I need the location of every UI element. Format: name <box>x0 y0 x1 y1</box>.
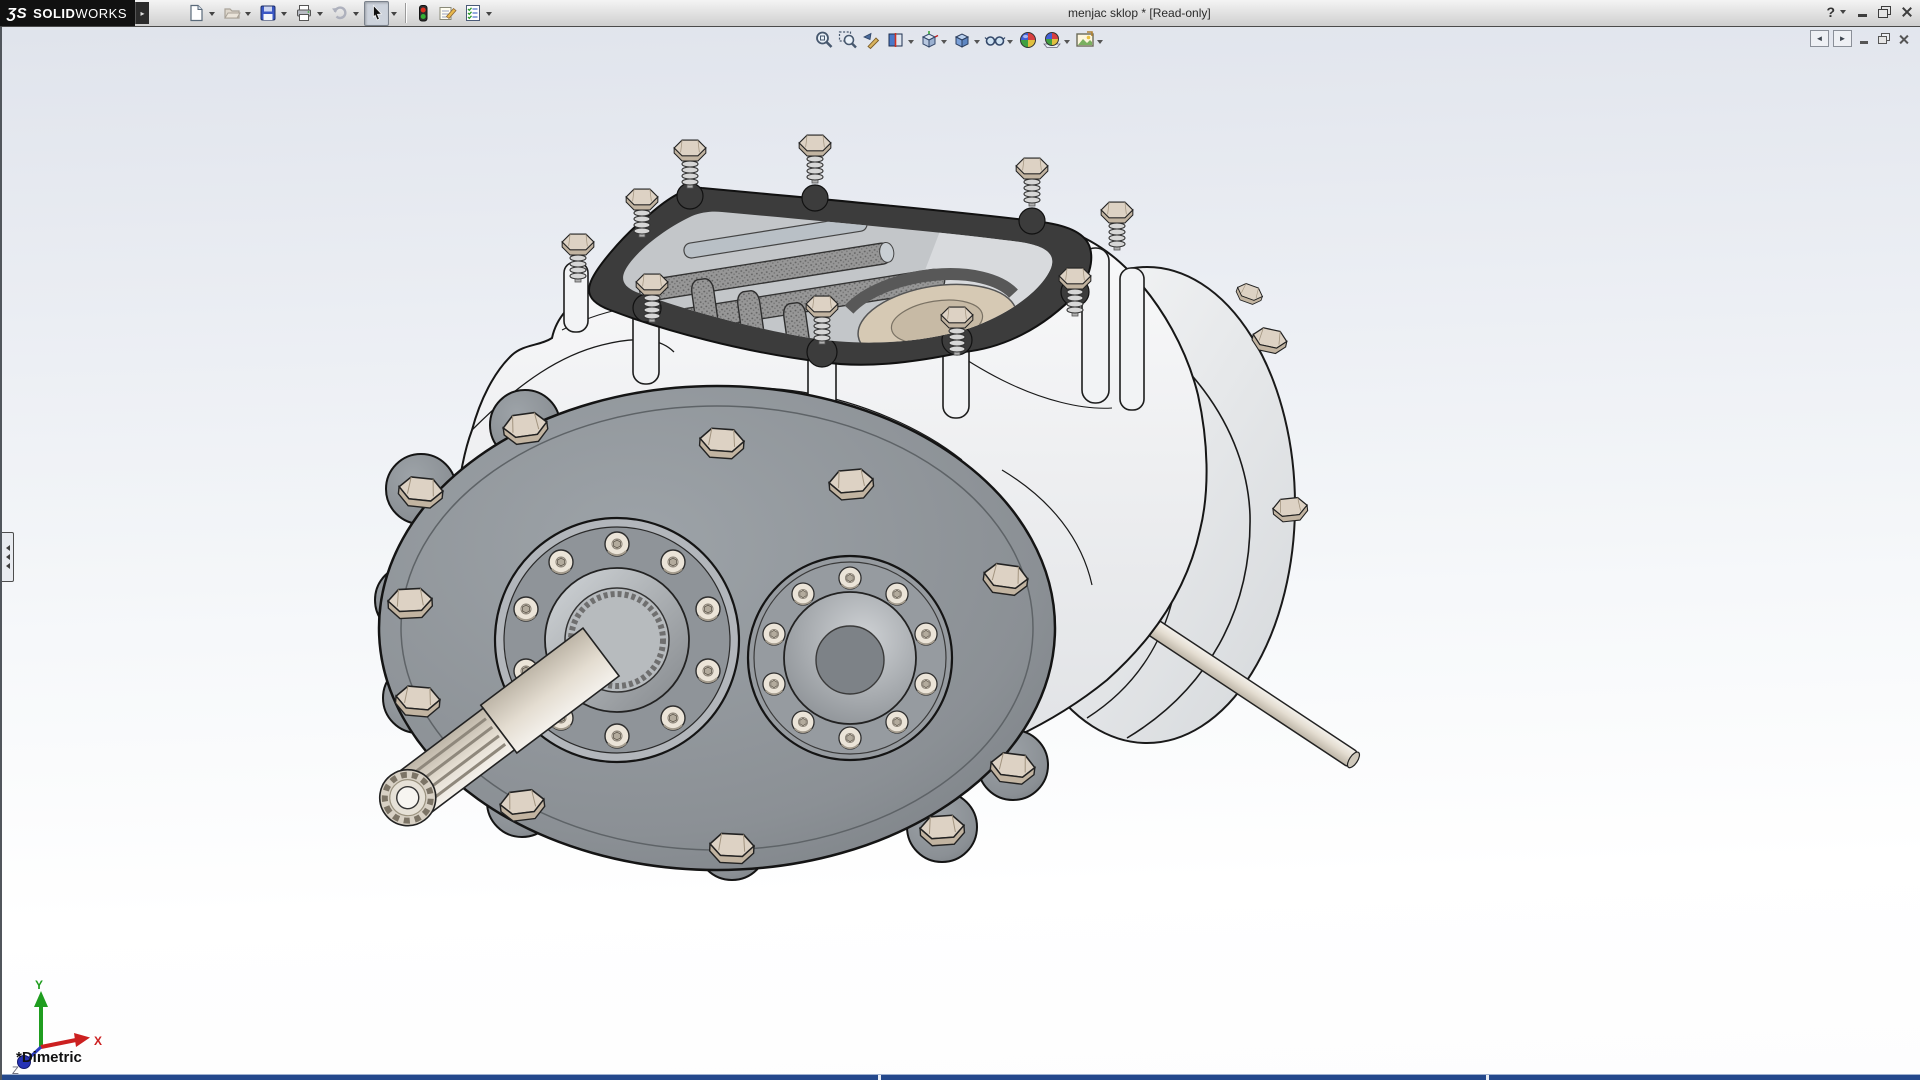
pane-collapse-left-button[interactable]: ◄ <box>1810 30 1829 47</box>
display-style-cube-icon <box>952 30 972 50</box>
window-controls: ? <box>1825 3 1916 20</box>
title-bar: ƷS SOLIDWORKS ▸ <box>0 0 1920 27</box>
collapse-arrow-icon <box>3 545 10 551</box>
open-folder-icon <box>223 4 241 22</box>
picture-frame-icon <box>1075 30 1095 50</box>
scene-ball-icon <box>1042 30 1062 50</box>
document-close-button[interactable] <box>1896 31 1912 46</box>
undo-button[interactable] <box>328 2 351 25</box>
zoom-to-fit-icon <box>814 30 834 50</box>
triad-x-label: X <box>94 1034 102 1048</box>
solidworks-logo-text-light: WORKS <box>75 6 127 21</box>
main-toolbar <box>183 1 496 26</box>
close-icon <box>1899 34 1909 44</box>
minimize-icon <box>1860 41 1868 44</box>
status-separator <box>878 1075 881 1080</box>
view-settings-dropdown[interactable] <box>1097 40 1103 47</box>
restore-icon <box>1878 9 1888 18</box>
previous-view-button[interactable] <box>860 29 884 51</box>
graphics-area[interactable]: ◄ ► Y X Z *Dimetri <box>0 27 1920 1080</box>
solidworks-logo-text-bold: SOLID <box>33 6 75 21</box>
checklist-button[interactable] <box>461 2 484 25</box>
new-document-icon <box>187 4 205 22</box>
pane-expand-right-button[interactable]: ► <box>1833 30 1852 47</box>
zoom-to-fit-button[interactable] <box>812 29 836 51</box>
checklist-dropdown[interactable] <box>486 12 492 19</box>
housing-bolt[interactable] <box>1234 281 1265 306</box>
select-cursor-icon <box>368 4 386 22</box>
section-view-icon <box>886 30 906 50</box>
minimize-icon <box>1858 14 1867 17</box>
zoom-to-area-button[interactable] <box>836 29 860 51</box>
checklist-icon <box>464 4 482 22</box>
secondary-bearing-cover[interactable] <box>748 556 952 760</box>
edit-appearance-button[interactable] <box>1016 29 1040 51</box>
zoom-to-area-icon <box>838 30 858 50</box>
print-dropdown[interactable] <box>317 12 323 19</box>
collapse-arrow-icon <box>3 554 10 560</box>
open-button[interactable] <box>220 2 243 25</box>
status-separator <box>1486 1075 1489 1080</box>
solidworks-window: ƷS SOLIDWORKS ▸ <box>0 0 1920 1080</box>
display-style-button[interactable] <box>950 29 974 51</box>
section-view-button[interactable] <box>884 29 908 51</box>
undo-arrow-icon <box>330 4 349 22</box>
save-button[interactable] <box>256 2 279 25</box>
restore-button[interactable] <box>1875 3 1894 20</box>
annotation-button[interactable] <box>436 2 459 25</box>
help-button[interactable]: ? <box>1825 4 1836 20</box>
select-tool-button[interactable] <box>364 1 389 26</box>
view-orientation-button[interactable] <box>917 29 941 51</box>
new-dropdown[interactable] <box>209 12 215 19</box>
undo-dropdown[interactable] <box>353 12 359 19</box>
view-orientation-label: *Dimetric <box>16 1049 82 1066</box>
minimize-button[interactable] <box>1853 3 1872 20</box>
section-view-dropdown[interactable] <box>908 40 914 47</box>
display-style-dropdown[interactable] <box>974 40 980 47</box>
save-floppy-icon <box>259 4 277 22</box>
print-button[interactable] <box>292 2 315 25</box>
gearbox-3d-model[interactable] <box>2 27 1920 1080</box>
document-restore-button[interactable] <box>1876 31 1892 46</box>
feature-manager-collapsed-tab[interactable] <box>2 532 14 582</box>
document-window-controls: ◄ ► <box>1810 30 1912 47</box>
collapse-arrow-icon <box>3 563 10 569</box>
save-dropdown[interactable] <box>281 12 287 19</box>
view-settings-button[interactable] <box>1073 29 1097 51</box>
previous-view-icon <box>862 30 882 50</box>
document-minimize-button[interactable] <box>1856 31 1872 46</box>
view-orientation-dropdown[interactable] <box>941 40 947 47</box>
hide-show-items-dropdown[interactable] <box>1007 40 1013 47</box>
solidworks-logo-mark: ƷS <box>7 5 27 22</box>
status-bar <box>2 1074 1920 1080</box>
close-button[interactable] <box>1897 3 1916 20</box>
apply-scene-button[interactable] <box>1040 29 1064 51</box>
new-document-button[interactable] <box>184 2 207 25</box>
select-dropdown[interactable] <box>391 12 397 19</box>
headsup-view-toolbar <box>812 29 1106 51</box>
open-dropdown[interactable] <box>245 12 251 19</box>
toolbar-expand-tab[interactable]: ▸ <box>135 2 149 24</box>
color-ball-icon <box>1018 30 1038 50</box>
eyeglasses-icon <box>984 30 1006 50</box>
view-orientation-cube-icon <box>919 30 939 50</box>
stoplight-button[interactable] <box>411 2 434 25</box>
hide-show-items-button[interactable] <box>983 29 1007 51</box>
window-title: menjac sklop * [Read-only] <box>1068 6 1211 20</box>
stoplight-icon <box>414 4 432 23</box>
triad-y-label: Y <box>35 979 43 992</box>
solidworks-logo: ƷS SOLIDWORKS <box>0 0 135 26</box>
restore-icon <box>1878 36 1887 44</box>
help-dropdown[interactable] <box>1840 10 1846 17</box>
annotation-pencil-icon <box>438 4 457 22</box>
close-icon <box>1901 6 1912 17</box>
print-icon <box>295 4 313 22</box>
toolbar-separator <box>405 3 406 23</box>
apply-scene-dropdown[interactable] <box>1064 40 1070 47</box>
